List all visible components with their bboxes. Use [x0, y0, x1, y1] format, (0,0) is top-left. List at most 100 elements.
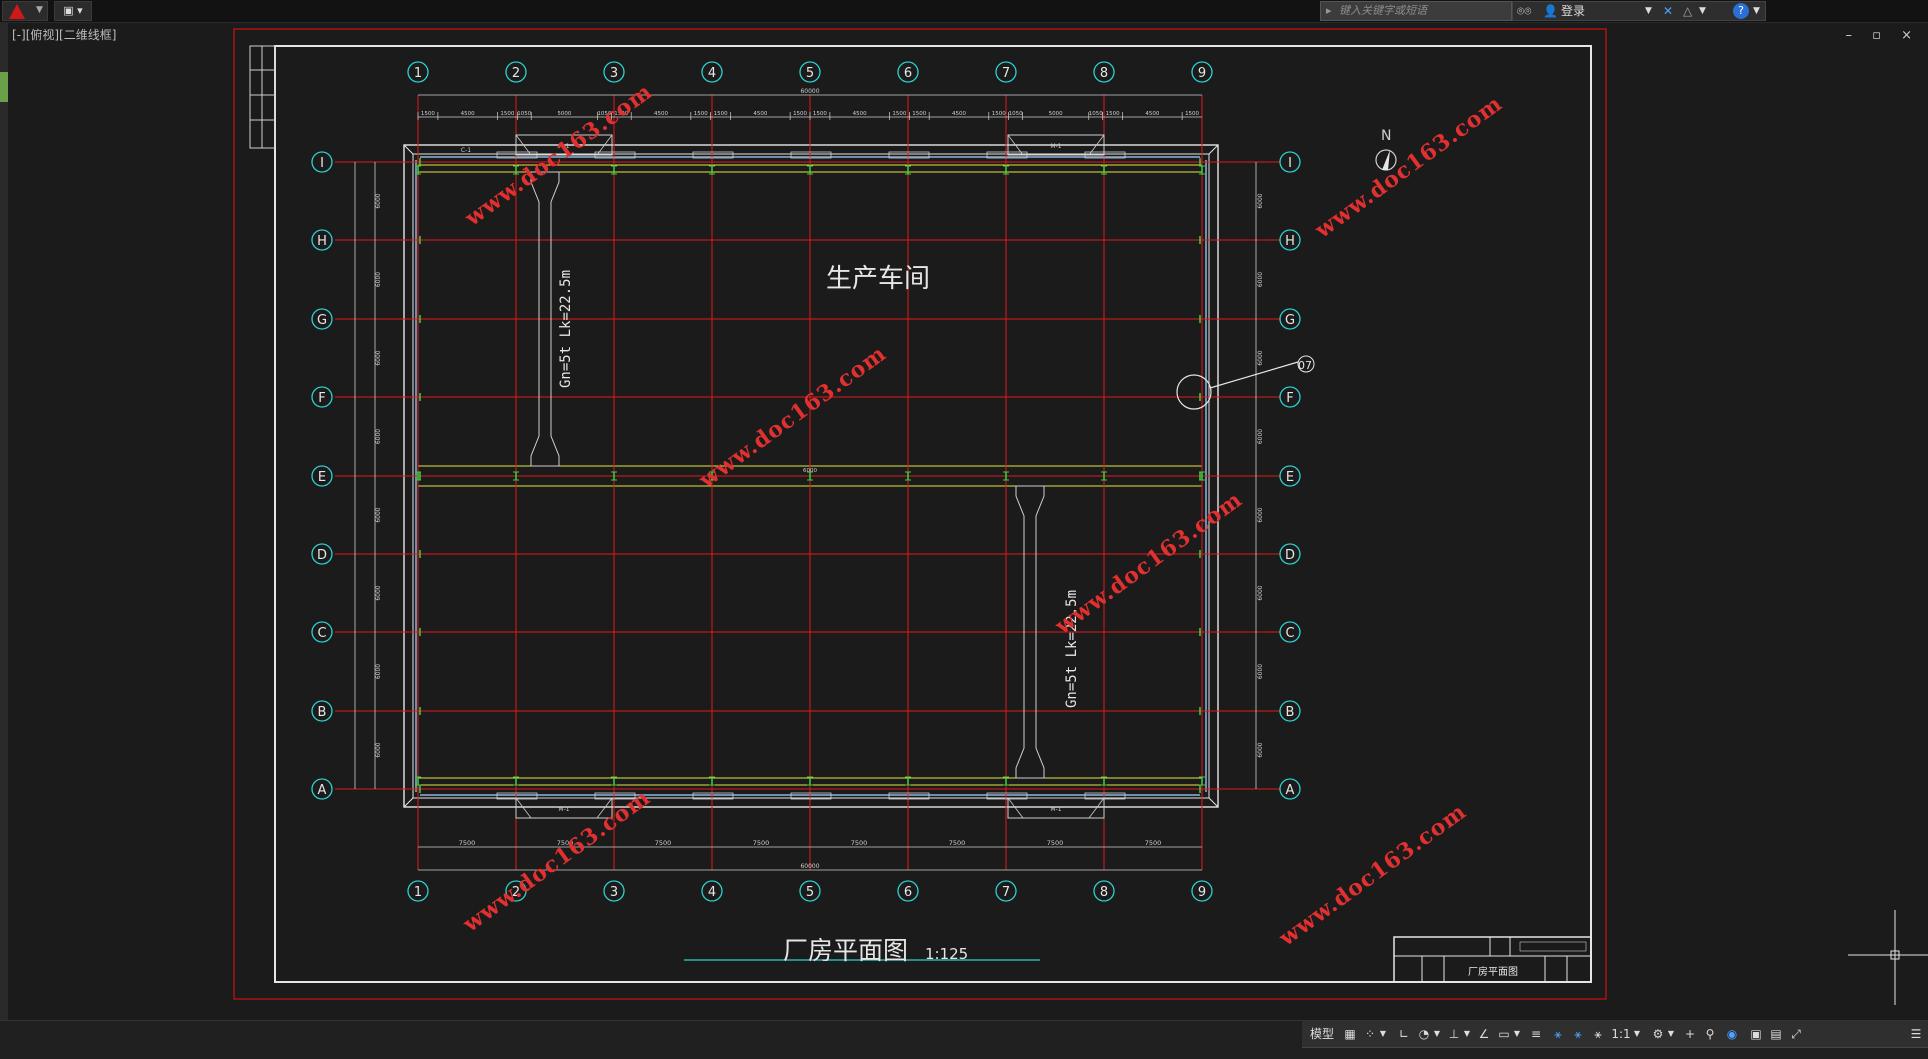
model-tab[interactable]: 模型 [1308, 1025, 1336, 1043]
chevron-down-icon[interactable]: ▼ [1462, 1025, 1472, 1043]
row-axis-label: D [317, 548, 327, 563]
column-axis-label: 5 [806, 885, 814, 900]
isolate-icon[interactable]: ⚲ [1702, 1025, 1718, 1043]
crane-label-1: Gn=5t Lk=22.5m [558, 269, 574, 388]
chevron-down-icon[interactable]: ▼ [1512, 1025, 1522, 1043]
help-button[interactable]: ? [1733, 3, 1749, 19]
autocad-logo-icon [9, 4, 25, 19]
otrack-icon[interactable]: ∠ [1476, 1025, 1492, 1043]
customize-menu-icon[interactable]: ☰ [1908, 1025, 1924, 1043]
dyn-ucs-icon[interactable]: ▭ [1496, 1025, 1512, 1043]
row-axis-label: I [1288, 156, 1292, 171]
dim-text-left: 6000 [375, 664, 382, 679]
workspace-gear-icon[interactable]: ⚙ [1650, 1025, 1666, 1043]
dim-text-top: 4500 [853, 111, 867, 117]
hardware-acceleration-icon[interactable]: ◉ [1724, 1025, 1740, 1043]
dim-text-left: 6000 [375, 193, 382, 208]
osnap-icon[interactable]: ⊥ [1446, 1025, 1462, 1043]
connect-icon[interactable]: △ [1683, 2, 1692, 20]
dim-text-top-total: 60000 [800, 88, 819, 95]
palette-tab[interactable] [0, 72, 8, 102]
dim-text-top: 1500 [421, 111, 435, 117]
search-placeholder: 键入关键字或短语 [1339, 4, 1427, 17]
dim-text-right: 6000 [1257, 742, 1264, 757]
column-axis-label: 7 [1002, 66, 1010, 81]
login-link[interactable]: 登录 [1561, 2, 1585, 20]
application-menu-button[interactable]: ▼ [2, 1, 48, 21]
dim-text-bottom: 7500 [1047, 839, 1064, 847]
dim-text-top: 1050 [517, 111, 531, 117]
dim-text-left: 6000 [375, 742, 382, 757]
annotation-visibility-icon[interactable]: ⚹ [1550, 1025, 1566, 1043]
dim-text-top: 1050 [1009, 111, 1023, 117]
chevron-down-icon[interactable]: ▼ [1753, 2, 1760, 20]
column-axis-label: 7 [1002, 885, 1010, 900]
row-axis-label: B [1286, 705, 1295, 720]
search-input[interactable]: ▸ 键入关键字或短语 [1320, 1, 1512, 21]
annotation-scale-icon[interactable]: ⚹ [1590, 1025, 1606, 1043]
window-controls[interactable]: – ▫ × [1846, 28, 1920, 43]
chevron-down-icon[interactable]: ▼ [1645, 2, 1652, 20]
row-axis-label: G [317, 313, 327, 328]
annotation-scale-value[interactable]: 1:1 [1608, 1025, 1634, 1043]
chevron-down-icon[interactable]: ▼ [1632, 1025, 1642, 1043]
dim-text-bottom: 7500 [655, 839, 672, 847]
column-axis-label: 2 [512, 66, 520, 81]
fullscreen-icon[interactable]: ⤢ [1788, 1025, 1804, 1043]
exchange-icon[interactable]: ✕ [1663, 2, 1673, 20]
isolate-objects-icon[interactable]: ▣ [1748, 1025, 1764, 1043]
lineweight-icon[interactable]: ≡ [1528, 1025, 1544, 1043]
column-axis-label: 4 [708, 885, 716, 900]
row-axis-label: C [317, 626, 326, 641]
row-axis-label: G [1285, 313, 1295, 328]
dim-text-right: 6000 [1257, 664, 1264, 679]
dim-text-top: 1050 [1089, 111, 1103, 117]
workshop-label: 生产车间 [826, 264, 931, 294]
quick-access-toolbar[interactable]: ▣ ▾ [54, 1, 92, 21]
expand-arrow-icon: ▸ [1326, 4, 1332, 17]
dim-text-bottom: 7500 [753, 839, 770, 847]
title-bar: ▼ ▣ ▾ ▸ 键入关键字或短语 ⌾⌾ 👤 登录 ▼ ✕ △ ▼ ? ▼ [0, 0, 1928, 23]
dim-text-top: 1500 [912, 111, 926, 117]
dim-text-top: 5000 [557, 111, 571, 117]
dim-text-top: 4500 [952, 111, 966, 117]
column-axis-label: 4 [708, 66, 716, 81]
snap-icon[interactable]: ⁘ [1362, 1025, 1378, 1043]
dim-text-right: 6000 [1257, 507, 1264, 522]
column-axis-label: 3 [610, 885, 618, 900]
grid-icon[interactable]: ▦ [1342, 1025, 1358, 1043]
door-label: M-1 [1050, 806, 1061, 813]
chevron-down-icon[interactable]: ▼ [1699, 2, 1706, 20]
dim-text-bottom: 7500 [949, 839, 966, 847]
chevron-down-icon[interactable]: ▼ [1666, 1025, 1676, 1043]
status-bar: 模型 ▦ ⁘ ▼ ∟ ◔ ▼ ⊥ ▼ ∠ ▭ ▼ ≡ ⚹ ⚹ ⚹ 1:1 ▼ ⚙… [0, 1020, 1928, 1059]
ortho-icon[interactable]: ∟ [1396, 1025, 1412, 1043]
drawing-canvas[interactable]: M-1 M-1M-1 M-1C-1112233445566778899I IH HG GF… [0, 0, 1928, 1058]
dim-text-top: 1500 [793, 111, 807, 117]
dim-text-bottom: 7500 [459, 839, 476, 847]
dim-text-left: 6000 [375, 507, 382, 522]
plan-scale: 1:125 [925, 945, 968, 963]
column-axis-label: 1 [414, 66, 422, 81]
column-axis-label: 1 [414, 885, 422, 900]
column-axis-label: 8 [1100, 885, 1108, 900]
dim-text-bottom-total: 60000 [800, 863, 819, 870]
dim-text-bottom: 7500 [1145, 839, 1162, 847]
dim-text-mid: 6000 [803, 468, 817, 474]
row-axis-label: H [1285, 234, 1295, 249]
row-axis-label: A [1286, 783, 1295, 798]
plus-icon[interactable]: + [1682, 1025, 1698, 1043]
door-label: M-1 [558, 806, 569, 813]
row-axis-label: D [1285, 548, 1295, 563]
clean-screen-icon[interactable]: ▤ [1768, 1025, 1784, 1043]
viewport-controls[interactable]: [-][俯视][二维线框] [12, 26, 116, 43]
svg-text:N: N [1381, 128, 1391, 144]
binoculars-icon[interactable]: ⌾⌾ [1517, 2, 1531, 20]
column-axis-label: 9 [1198, 885, 1206, 900]
chevron-down-icon[interactable]: ▼ [1378, 1025, 1388, 1043]
annotation-autoscale-icon[interactable]: ⚹ [1570, 1025, 1586, 1043]
chevron-down-icon[interactable]: ▼ [1432, 1025, 1442, 1043]
polar-icon[interactable]: ◔ [1416, 1025, 1432, 1043]
column-axis-label: 5 [806, 66, 814, 81]
column-axis-label: 3 [610, 66, 618, 81]
